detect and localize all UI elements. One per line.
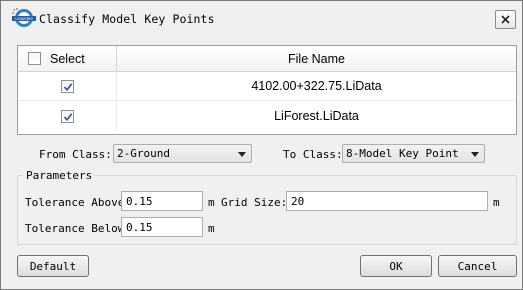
- dialog-window: LiDAR360 Classify Model Key Points Selec…: [0, 0, 523, 290]
- from-class-label: From Class:: [39, 148, 112, 161]
- ok-button[interactable]: OK: [360, 255, 432, 277]
- from-class-value: 2-Ground: [117, 147, 170, 160]
- tolerance-below-value: 0.15: [126, 221, 153, 234]
- checkmark-icon: [63, 113, 73, 122]
- tolerance-below-unit: m: [208, 222, 215, 235]
- select-column-header[interactable]: Select: [18, 46, 117, 72]
- row-checkbox[interactable]: [61, 110, 74, 123]
- file-name-column-header[interactable]: File Name: [117, 46, 516, 72]
- table-row[interactable]: LiForest.LiData: [18, 102, 516, 131]
- from-class-dropdown[interactable]: 2-Ground: [113, 144, 252, 163]
- row-checkbox[interactable]: [61, 80, 74, 93]
- chevron-down-icon: [471, 152, 479, 157]
- title-bar: LiDAR360 Classify Model Key Points: [1, 1, 522, 35]
- grid-size-label: Grid Size:: [221, 196, 288, 209]
- grid-size-unit: m: [493, 196, 500, 209]
- svg-text:LiDAR360: LiDAR360: [15, 17, 33, 21]
- parameters-group-title: Parameters: [23, 169, 96, 182]
- tolerance-below-label: Tolerance Below: [25, 222, 125, 235]
- select-header-label: Select: [50, 52, 85, 66]
- row-check-cell: [18, 72, 117, 101]
- grid-size-input[interactable]: 20: [286, 191, 488, 211]
- file-name-cell: LiForest.LiData: [274, 109, 359, 123]
- default-button[interactable]: Default: [17, 255, 89, 277]
- tolerance-above-label: Tolerance Above: [25, 196, 125, 209]
- to-class-label: To Class:: [283, 148, 343, 161]
- grid-size-value: 20: [291, 195, 305, 208]
- app-logo-icon: LiDAR360: [11, 7, 37, 29]
- cancel-button[interactable]: Cancel: [438, 255, 517, 277]
- tolerance-above-value: 0.15: [126, 195, 153, 208]
- tolerance-above-input[interactable]: 0.15: [121, 191, 203, 211]
- table-row[interactable]: 4102.00+322.75.LiData: [18, 72, 516, 101]
- select-all-checkbox[interactable]: [28, 52, 41, 65]
- close-button[interactable]: [495, 10, 516, 29]
- file-name-cell: 4102.00+322.75.LiData: [251, 79, 382, 93]
- chevron-down-icon: [238, 152, 246, 157]
- checkmark-icon: [63, 83, 73, 92]
- tolerance-above-unit: m: [208, 196, 215, 209]
- to-class-value: 8-Model Key Point: [346, 147, 459, 160]
- tolerance-below-input[interactable]: 0.15: [121, 217, 203, 237]
- table-header: Select File Name: [18, 46, 516, 72]
- to-class-dropdown[interactable]: 8-Model Key Point: [342, 144, 485, 163]
- dialog-title: Classify Model Key Points: [39, 12, 215, 26]
- file-table: Select File Name 4102.00+322.75.LiData L…: [17, 45, 517, 135]
- close-icon: [501, 15, 510, 24]
- row-check-cell: [18, 102, 117, 131]
